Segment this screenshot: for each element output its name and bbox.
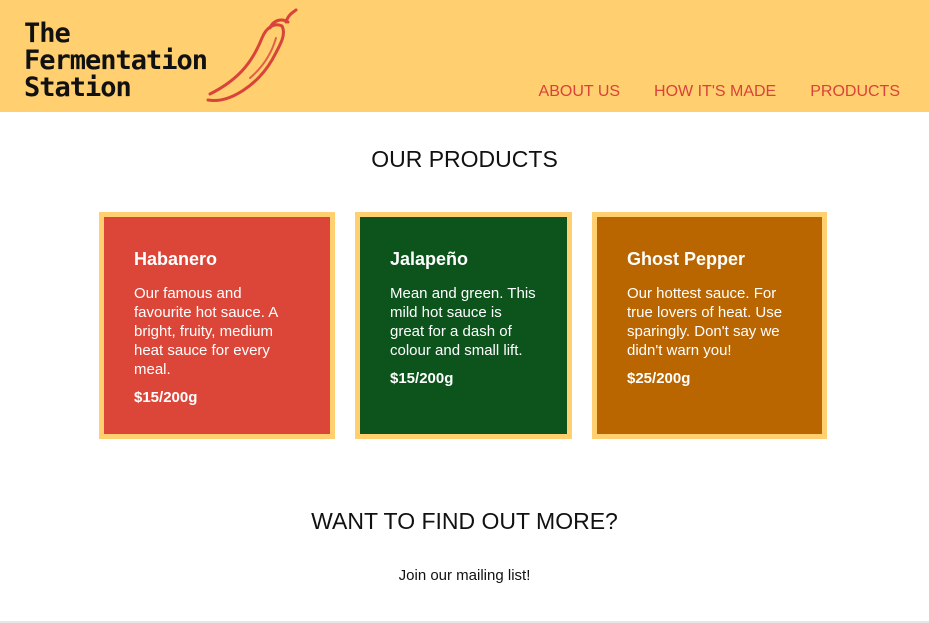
product-card-habanero[interactable]: Habanero Our famous and favourite hot sa… bbox=[99, 212, 335, 439]
product-price: $15/200g bbox=[134, 389, 198, 406]
logo-line-1: The bbox=[24, 18, 71, 49]
product-name: Ghost Pepper bbox=[627, 249, 746, 269]
product-name: Jalapeño bbox=[390, 249, 469, 269]
logo-line-3: Station bbox=[24, 72, 132, 103]
product-card-jalapeno[interactable]: Jalapeño Mean and green. This mild hot s… bbox=[355, 212, 572, 439]
main-nav: ABOUT US HOW IT'S MADE PRODUCTS bbox=[539, 83, 900, 101]
find-out-more-title: WANT TO FIND OUT MORE? bbox=[311, 508, 618, 534]
product-description: Mean and green. This mild hot sauce is g… bbox=[390, 285, 536, 359]
products-title: OUR PRODUCTS bbox=[371, 146, 558, 172]
product-name: Habanero bbox=[134, 249, 218, 269]
site-header: The Fermentation Station ABOUT US HOW IT… bbox=[0, 0, 929, 112]
site-logo[interactable]: The Fermentation Station bbox=[24, 18, 208, 103]
product-card-ghost-pepper[interactable]: Ghost Pepper Our hottest sauce. For true… bbox=[592, 212, 827, 439]
chili-pepper-icon bbox=[206, 8, 298, 102]
product-description: Our hottest sauce. For true lovers of he… bbox=[627, 285, 783, 359]
nav-products[interactable]: PRODUCTS bbox=[810, 83, 900, 101]
nav-how-its-made[interactable]: HOW IT'S MADE bbox=[654, 83, 776, 101]
product-price: $25/200g bbox=[627, 370, 691, 387]
product-price: $15/200g bbox=[390, 370, 454, 387]
nav-about-us[interactable]: ABOUT US bbox=[539, 83, 621, 101]
mailing-list-text[interactable]: Join our mailing list! bbox=[0, 567, 929, 584]
product-description: Our famous and favourite hot sauce. A br… bbox=[134, 285, 278, 378]
logo-line-2: Fermentation bbox=[24, 45, 208, 76]
